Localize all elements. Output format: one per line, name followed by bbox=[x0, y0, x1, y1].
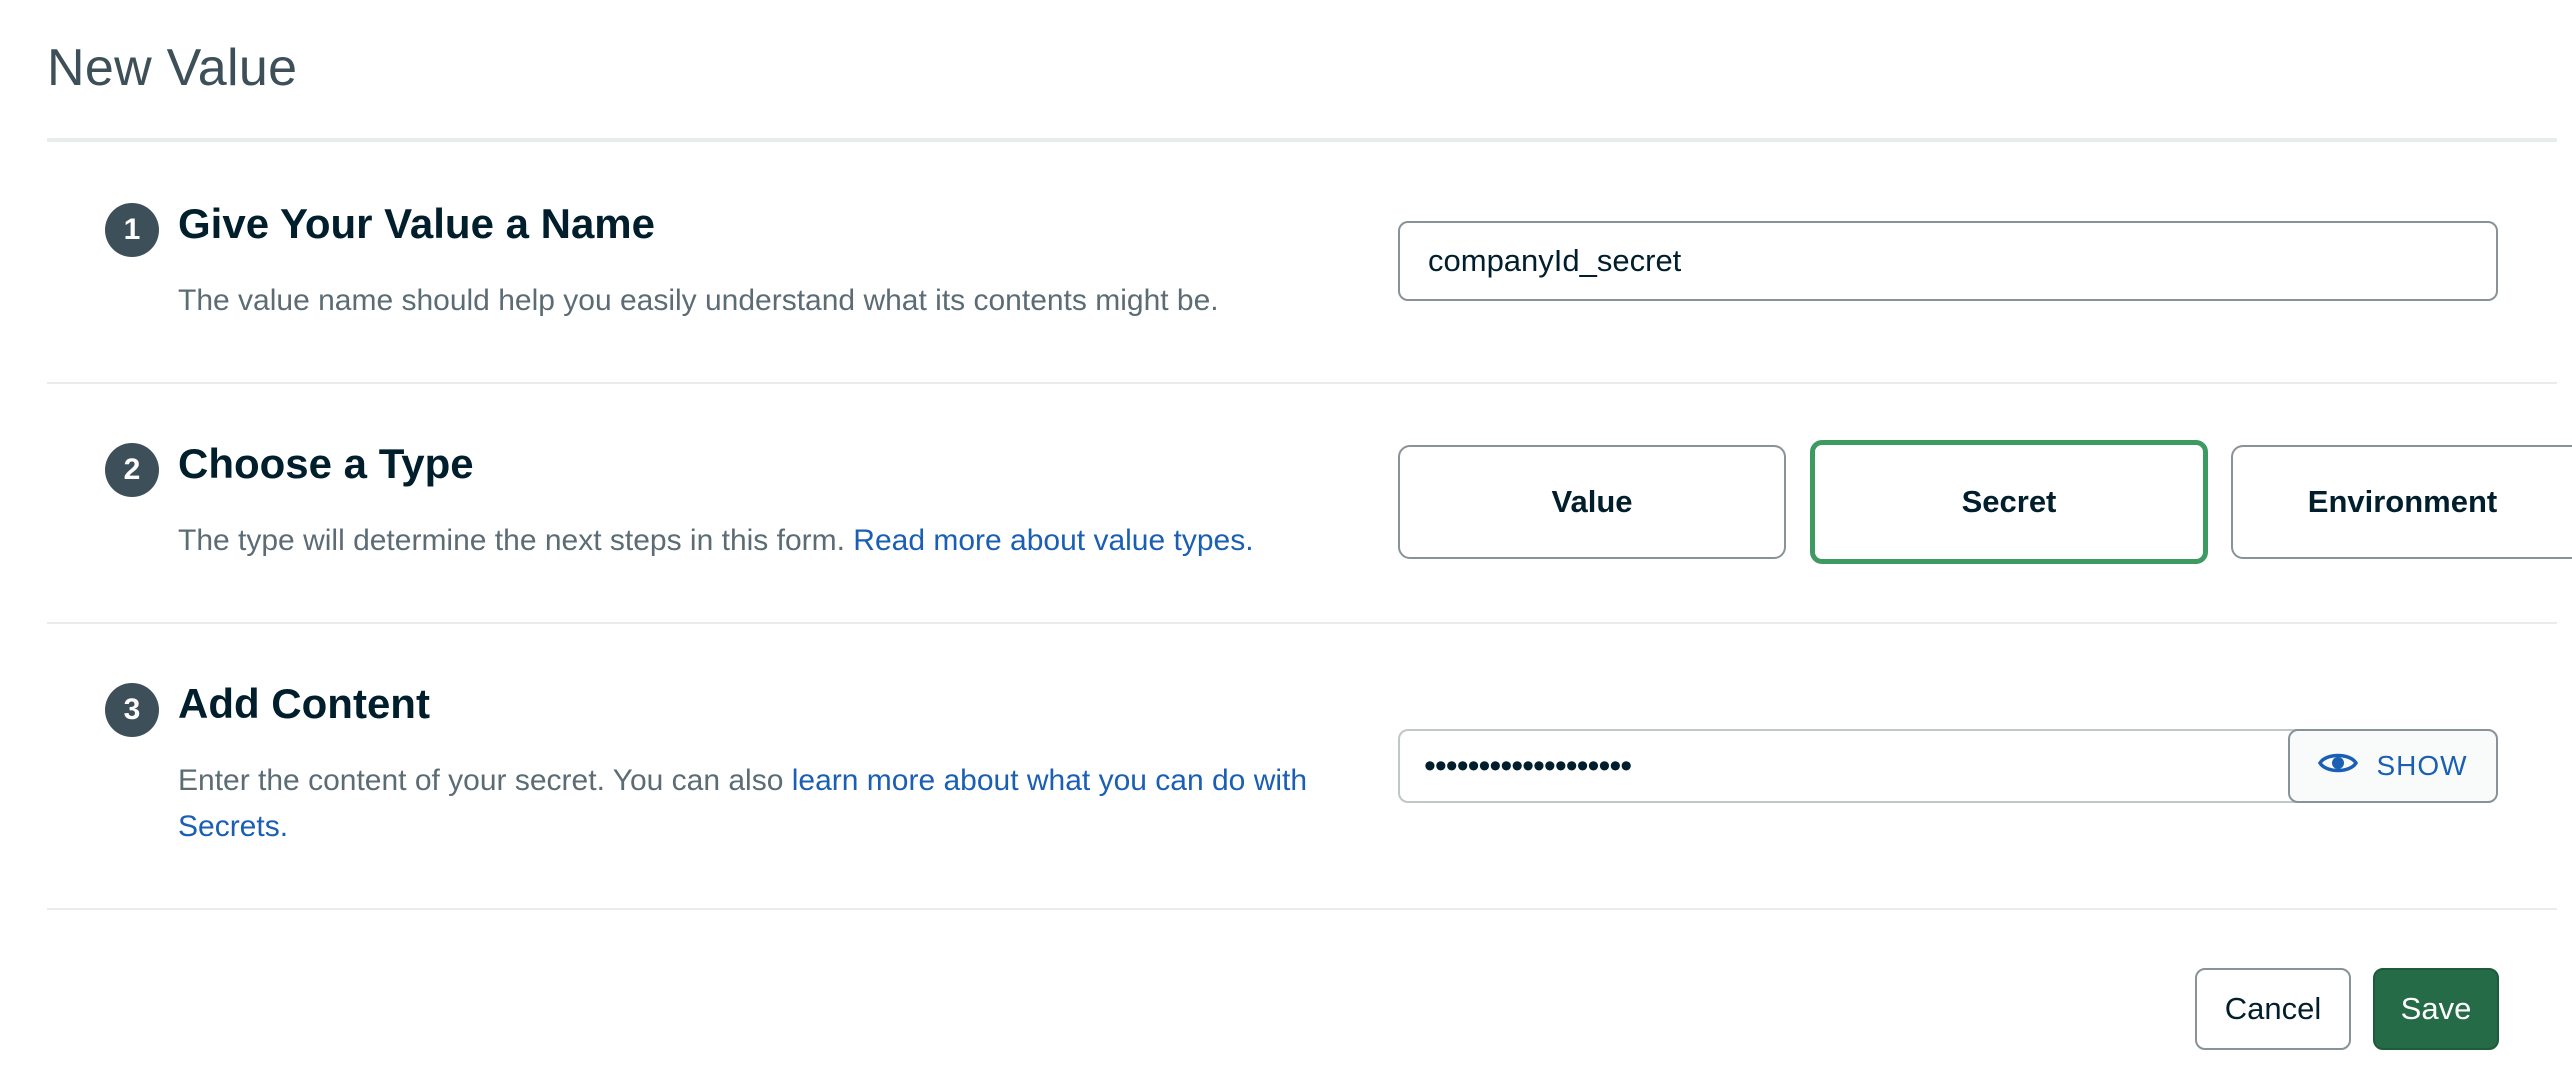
section-divider bbox=[47, 622, 2557, 624]
type-option-value[interactable]: Value bbox=[1398, 445, 1786, 559]
section-divider bbox=[47, 908, 2557, 910]
step-1-badge: 1 bbox=[105, 203, 159, 257]
page-title: New Value bbox=[47, 39, 298, 97]
type-option-secret[interactable]: Secret bbox=[1810, 440, 2208, 564]
step-3-heading: Add Content bbox=[178, 680, 430, 727]
step-3-description-text: Enter the content of your secret. You ca… bbox=[178, 764, 792, 797]
show-button[interactable]: SHOW bbox=[2288, 729, 2498, 803]
step-3-description: Enter the content of your secret. You ca… bbox=[178, 758, 1338, 850]
section-divider bbox=[47, 382, 2557, 384]
step-2-description-text: The type will determine the next steps i… bbox=[178, 524, 854, 557]
step-1-heading: Give Your Value a Name bbox=[178, 200, 656, 247]
step-2-heading: Choose a Type bbox=[178, 440, 474, 487]
step-1-description: The value name should help you easily un… bbox=[178, 284, 1219, 317]
step-2-description: The type will determine the next steps i… bbox=[178, 518, 1338, 564]
type-option-environment[interactable]: Environment bbox=[2231, 445, 2572, 559]
save-button[interactable]: Save bbox=[2373, 968, 2499, 1050]
show-button-label: SHOW bbox=[2376, 750, 2468, 781]
secret-content-input[interactable]: ••••••••••••••••••• bbox=[1398, 729, 2298, 803]
eye-icon bbox=[2318, 750, 2359, 783]
value-types-link[interactable]: Read more about value types. bbox=[853, 524, 1253, 557]
step-2-badge: 2 bbox=[105, 443, 159, 497]
title-divider bbox=[47, 138, 2557, 142]
name-input[interactable]: companyId_secret bbox=[1398, 221, 2498, 301]
cancel-button[interactable]: Cancel bbox=[2195, 968, 2351, 1050]
step-3-badge: 3 bbox=[105, 683, 159, 737]
